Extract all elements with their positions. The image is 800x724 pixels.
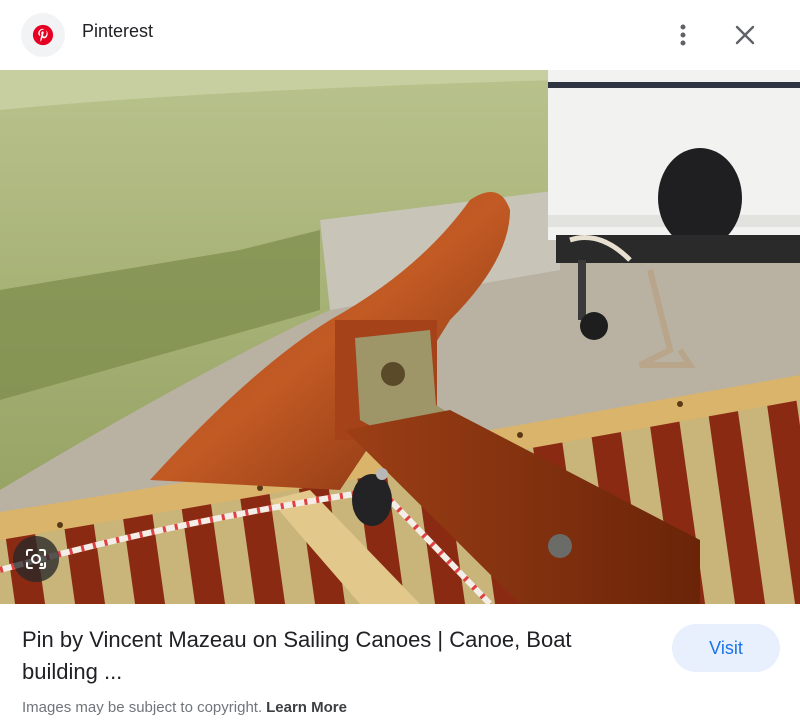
pinterest-logo-icon (21, 13, 65, 57)
close-icon (735, 25, 755, 45)
visit-button[interactable]: Visit (672, 624, 780, 672)
result-title[interactable]: Pin by Vincent Mazeau on Sailing Canoes … (22, 624, 652, 688)
copyright-notice: Images may be subject to copyright. Learn… (22, 699, 347, 716)
google-lens-button[interactable] (13, 536, 59, 582)
learn-more-link[interactable]: Learn More (266, 699, 347, 716)
more-options-button[interactable] (668, 18, 698, 52)
more-vert-icon (680, 24, 686, 46)
viewer-header: Pinterest (0, 0, 800, 70)
lens-icon (26, 549, 46, 569)
copyright-text: Images may be subject to copyright. (22, 699, 263, 716)
site-name[interactable]: Pinterest (82, 21, 153, 42)
close-button[interactable] (728, 18, 762, 52)
result-image[interactable] (0, 70, 800, 604)
